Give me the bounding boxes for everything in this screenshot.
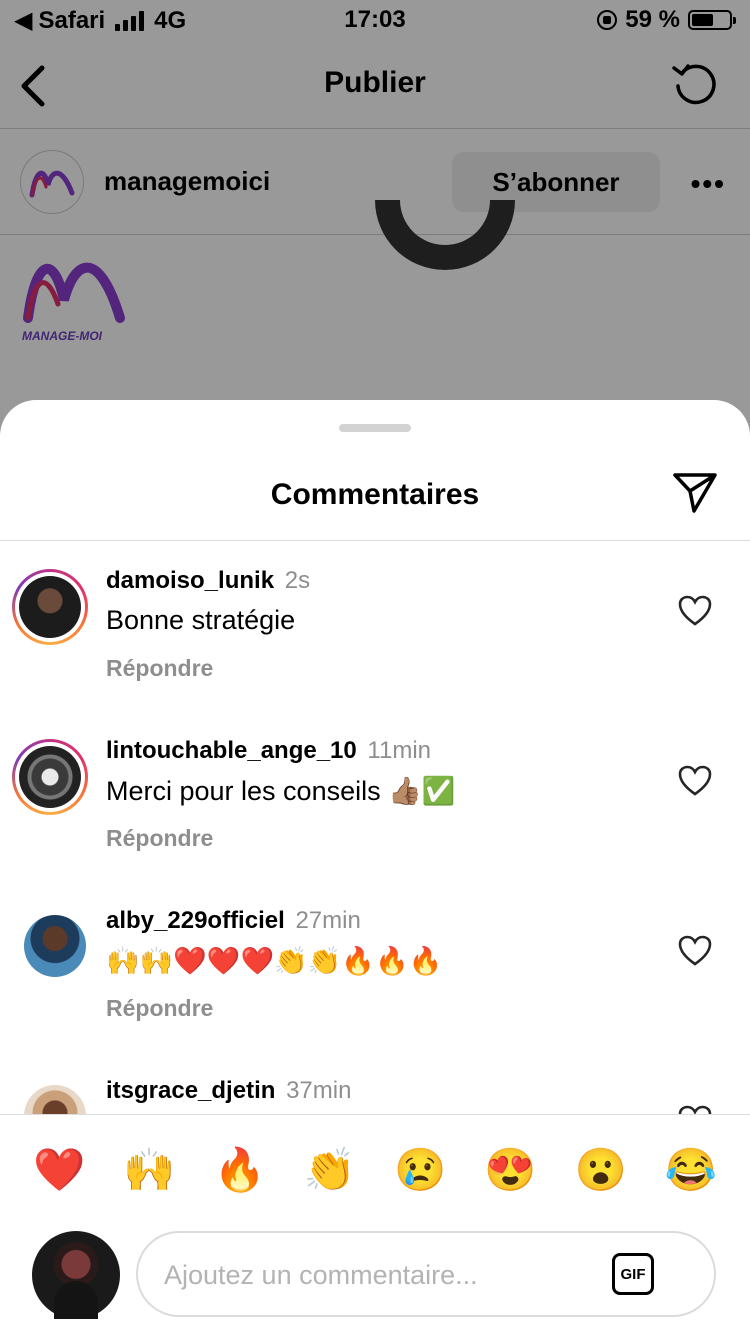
emoji-raised-hands-button[interactable]: 🙌 [119, 1143, 179, 1197]
heart-outline-icon[interactable] [678, 765, 712, 797]
comments-sheet: Commentaires damoiso_lunik 2s Bonne stra… [0, 400, 750, 1334]
comment-username[interactable]: itsgrace_djetin [106, 1077, 275, 1104]
heart-outline-icon[interactable] [678, 1105, 712, 1114]
comment-avatar[interactable] [12, 909, 88, 985]
comment-avatar[interactable] [12, 569, 88, 645]
comment-avatar[interactable] [12, 1079, 88, 1114]
comment-time: 27min [295, 907, 361, 934]
avatar-image [19, 746, 81, 808]
current-user-avatar [32, 1231, 120, 1319]
reply-button[interactable]: Répondre [106, 995, 213, 1022]
sheet-title: Commentaires [270, 478, 480, 511]
reply-button[interactable]: Répondre [106, 655, 213, 682]
emoji-heart-eyes-button[interactable]: 😍 [480, 1143, 540, 1197]
comment-item: alby_229officiel 27min 🙌🙌❤️❤️❤️👏👏🔥🔥🔥 Rép… [0, 881, 750, 1051]
comment-avatar[interactable] [12, 739, 88, 815]
emoji-heart-button[interactable]: ❤️ [29, 1143, 89, 1197]
comment-header: itsgrace_djetin 37min [106, 1077, 351, 1105]
story-ring [12, 569, 88, 645]
comment-header: damoiso_lunik 2s [106, 567, 310, 595]
comment-time: 11min [367, 737, 432, 764]
comment-header: lintouchable_ange_10 11min [106, 737, 431, 765]
comment-text: Bonne stratégie [106, 605, 296, 635]
emoji-surprised-button[interactable]: 😮 [571, 1143, 631, 1197]
comment-input-container[interactable]: GIF [136, 1231, 716, 1317]
comment-username[interactable]: alby_229officiel [106, 907, 285, 934]
heart-outline-icon[interactable] [678, 935, 712, 967]
comment-item: lintouchable_ange_10 11min Merci pour le… [0, 711, 750, 881]
comment-composer: ❤️ 🙌 🔥 👏 😢 😍 😮 😂 GIF [0, 1114, 750, 1334]
comment-header: alby_229officiel 27min [106, 907, 361, 935]
avatar-image [24, 915, 86, 977]
comment-text: 🙌🙌❤️❤️❤️👏👏🔥🔥🔥 [106, 946, 443, 976]
emoji-laughing-button[interactable]: 😂 [661, 1143, 721, 1197]
comment-item: damoiso_lunik 2s Bonne stratégie Répondr… [0, 541, 750, 711]
comment-username[interactable]: lintouchable_ange_10 [106, 737, 357, 764]
emoji-clap-button[interactable]: 👏 [300, 1143, 360, 1197]
heart-outline-icon[interactable] [678, 595, 712, 627]
comment-username[interactable]: damoiso_lunik [106, 567, 274, 594]
comment-time: 37min [286, 1077, 352, 1104]
comment-item: itsgrace_djetin 37min [0, 1051, 750, 1114]
comment-text: Merci pour les conseils 👍🏽✅ [106, 776, 456, 806]
quick-emoji-bar: ❤️ 🙌 🔥 👏 😢 😍 😮 😂 [0, 1143, 750, 1197]
emoji-crying-button[interactable]: 😢 [390, 1143, 450, 1197]
story-ring [12, 739, 88, 815]
avatar-image [24, 1085, 86, 1114]
reply-button[interactable]: Répondre [106, 825, 213, 852]
avatar-image [19, 576, 81, 638]
gif-icon[interactable]: GIF [612, 1253, 654, 1295]
sheet-grabber[interactable] [339, 424, 411, 432]
comment-input[interactable] [162, 1251, 596, 1299]
comments-list[interactable]: damoiso_lunik 2s Bonne stratégie Répondr… [0, 541, 750, 1114]
paper-plane-icon[interactable] [672, 472, 718, 514]
comment-time: 2s [284, 567, 311, 594]
emoji-fire-button[interactable]: 🔥 [210, 1143, 270, 1197]
